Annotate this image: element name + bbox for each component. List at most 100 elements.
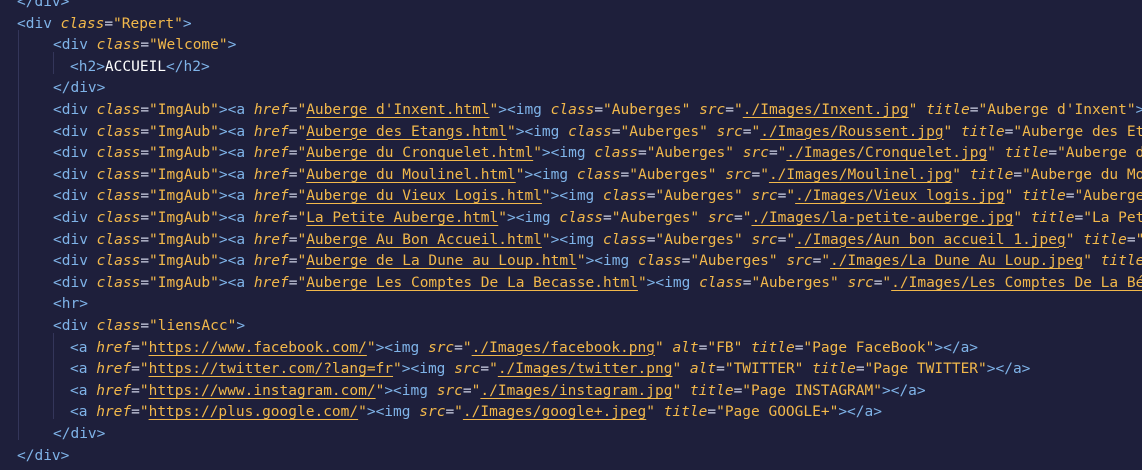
- code-tag: ><img: [515, 123, 569, 140]
- code-line[interactable]: <div class="ImgAub"><a href="Auberge Au …: [53, 230, 1142, 252]
- code-attribute: class: [594, 145, 638, 162]
- code-link[interactable]: La Petite Auberge.html: [306, 210, 498, 226]
- code-link[interactable]: ./Images/instagram.jpg: [480, 383, 672, 399]
- code-line[interactable]: <div class="ImgAub"><a href="Auberge Les…: [53, 273, 1142, 295]
- code-string: "Auberge d'Inxent": [978, 102, 1136, 118]
- code-attribute: class: [96, 166, 141, 183]
- code-attribute: class: [96, 145, 141, 162]
- code-line[interactable]: <div class="ImgAub"><a href="Auberge des…: [53, 122, 1142, 144]
- code-attribute: class: [550, 102, 595, 118]
- code-line[interactable]: <div class="ImgAub"><a href="Auberge du …: [53, 143, 1142, 165]
- code-tag: <div: [53, 210, 97, 226]
- code-attribute: href: [253, 231, 289, 248]
- code-punctuation: =: [733, 382, 743, 399]
- code-line[interactable]: <a href="https://plus.google.com/"><img …: [70, 402, 882, 424]
- indent-guide: [53, 333, 54, 419]
- code-tag: <hr>: [53, 296, 88, 313]
- code-link[interactable]: ./Images/Moulinel.jpg: [769, 167, 952, 183]
- code-line[interactable]: </div>: [17, 446, 69, 468]
- code-link[interactable]: Auberge Les Comptes De La Becasse.html: [306, 275, 638, 291]
- code-link[interactable]: https://plus.google.com/: [149, 404, 359, 420]
- code-link[interactable]: Auberge d'Inxent.html: [306, 102, 489, 118]
- code-attribute: class: [559, 210, 604, 226]
- code-line[interactable]: </div>: [53, 424, 105, 446]
- code-tag: ><a: [218, 274, 254, 291]
- code-attribute: title: [961, 123, 1005, 140]
- code-link[interactable]: Auberge des Etangs.html: [306, 124, 507, 140]
- code-attribute: href: [253, 188, 289, 205]
- code-attribute: title: [969, 166, 1014, 183]
- code-link[interactable]: https://www.instagram.com/: [149, 383, 376, 399]
- code-attribute: href: [96, 361, 132, 378]
- code-string: ": [297, 253, 307, 270]
- code-line[interactable]: <h2>ACCUEIL</h2>: [70, 57, 210, 79]
- code-link[interactable]: https://twitter.com/?lang=fr: [149, 361, 393, 377]
- code-attribute: class: [60, 15, 105, 32]
- code-line[interactable]: <div class="ImgAub"><a href="Auberge du …: [53, 186, 1142, 208]
- code-attribute: href: [253, 166, 289, 183]
- code-tag: </div>: [17, 447, 70, 464]
- code-link[interactable]: Auberge du Moulinel.html: [306, 167, 516, 183]
- code-tag: ></a>: [881, 382, 926, 399]
- code-string: ": [882, 274, 892, 291]
- code-string: ": [358, 404, 367, 421]
- code-link[interactable]: Auberge de La Dune au Loup.html: [306, 253, 577, 269]
- code-punctuation: =: [140, 102, 150, 118]
- code-attribute: class: [603, 231, 647, 248]
- code-link[interactable]: ./Images/Cronquelet.jpg: [786, 145, 987, 161]
- code-link[interactable]: ./Images/Inxent.jpg: [743, 102, 909, 118]
- code-line[interactable]: <hr>: [53, 294, 88, 316]
- code-line[interactable]: <div class="ImgAub"><a href="Auberge d'I…: [53, 100, 1142, 122]
- code-editor[interactable]: </div> <div class="Repert"> <div class="We…: [0, 0, 1142, 470]
- code-line[interactable]: <div class="Welcome">: [53, 35, 236, 57]
- code-line[interactable]: </div>: [17, 0, 69, 14]
- code-string: ": [297, 166, 307, 183]
- code-string: ": [139, 339, 149, 356]
- code-link[interactable]: https://www.facebook.com/: [149, 340, 367, 356]
- code-string: ": [1013, 210, 1031, 226]
- code-line[interactable]: <a href="https://www.facebook.com/"><img…: [70, 338, 978, 360]
- code-string: ": [297, 188, 307, 205]
- code-link[interactable]: ./Images/Aun bon accueil 1.jpeg: [795, 232, 1066, 248]
- code-attribute: class: [96, 102, 141, 118]
- code-link[interactable]: Auberge du Vieux Logis.html: [306, 188, 542, 204]
- code-link[interactable]: ./Images/facebook.png: [472, 340, 655, 356]
- code-line[interactable]: <div class="ImgAub"><a href="La Petite A…: [53, 208, 1142, 230]
- code-attribute: title: [1022, 188, 1066, 205]
- code-link[interactable]: ./Images/twitter.png: [498, 361, 673, 377]
- code-punctuation: =: [140, 274, 150, 291]
- code-string: ": [297, 123, 307, 140]
- code-string: "Page TWITTER": [864, 361, 987, 378]
- code-string: ": [375, 382, 385, 399]
- code-link[interactable]: ./Images/Les Comptes De La Bé: [891, 275, 1142, 291]
- code-attribute: src: [419, 404, 446, 421]
- code-tag: ><: [1135, 102, 1142, 118]
- code-attribute: class: [96, 188, 141, 205]
- code-string: ": [760, 166, 769, 183]
- code-string: ": [654, 339, 673, 356]
- code-attribute: alt: [672, 339, 699, 356]
- code-punctuation: =: [751, 166, 761, 183]
- code-link[interactable]: Auberge Au Bon Accueil.html: [306, 232, 542, 248]
- code-link[interactable]: Auberge du Cronquelet.html: [306, 145, 533, 161]
- code-line[interactable]: <div class="ImgAub"><a href="Auberge du …: [53, 165, 1142, 187]
- code-line[interactable]: </div>: [53, 78, 105, 100]
- code-string: ": [139, 404, 149, 421]
- code-line[interactable]: <a href="https://www.instagram.com/"><im…: [70, 381, 926, 403]
- code-tag: >: [236, 318, 246, 334]
- code-string: "La Peti: [1083, 210, 1142, 226]
- code-punctuation: =: [620, 166, 630, 183]
- code-link[interactable]: ./Images/Roussent.jpg: [760, 124, 943, 140]
- code-link[interactable]: ./Images/google+.jpeg: [463, 404, 646, 420]
- code-punctuation: =: [104, 15, 114, 32]
- code-link[interactable]: ./Images/Vieux logis.jpg: [795, 188, 1005, 204]
- code-line[interactable]: <div class="liensAcc">: [53, 316, 245, 338]
- code-tag: <div: [53, 274, 97, 291]
- code-line[interactable]: <a href="https://twitter.com/?lang=fr"><…: [70, 359, 1030, 381]
- code-punctuation: =: [1013, 166, 1023, 183]
- code-link[interactable]: ./Images/La Dune Au Loup.jpeg: [830, 253, 1083, 269]
- code-line[interactable]: <div class="Repert">: [17, 14, 192, 36]
- code-link[interactable]: ./Images/la-petite-auberge.jpg: [751, 210, 1013, 226]
- code-line[interactable]: <div class="ImgAub"><a href="Auberge de …: [53, 251, 1142, 273]
- code-tag: ></a>: [986, 361, 1031, 378]
